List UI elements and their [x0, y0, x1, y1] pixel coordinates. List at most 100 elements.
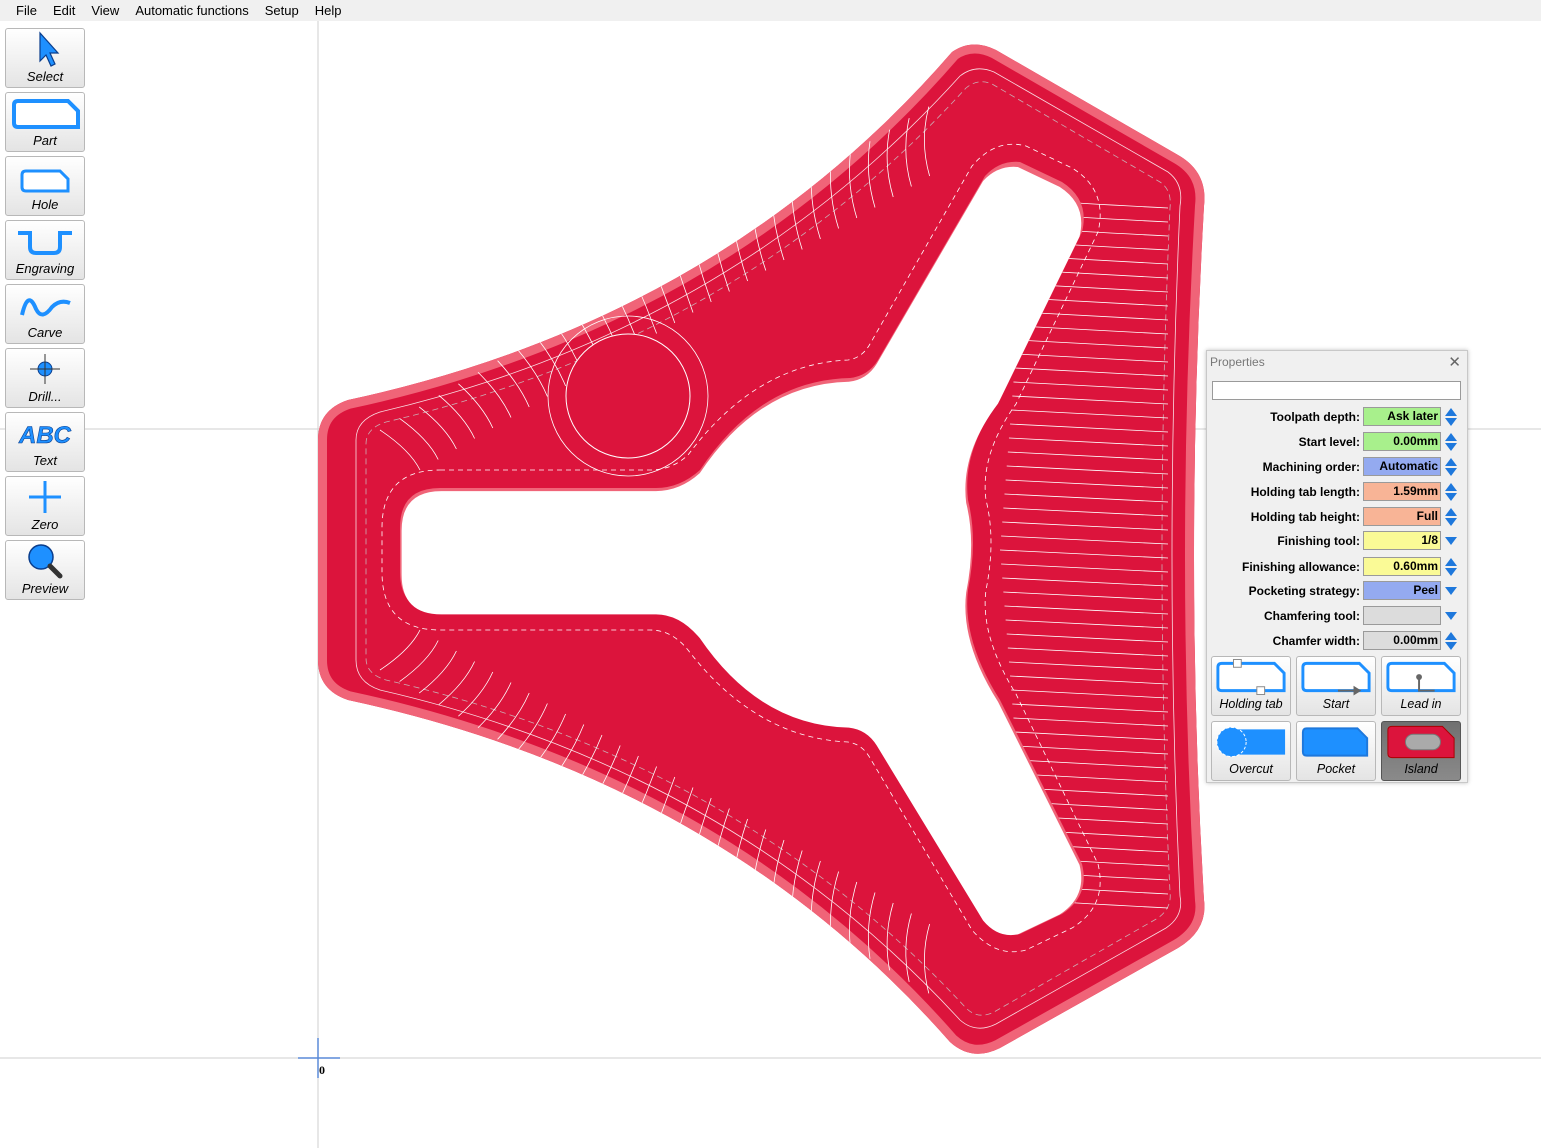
- menu-bar: File Edit View Automatic functions Setup…: [0, 0, 1541, 21]
- lead-in-button[interactable]: Lead in: [1381, 656, 1461, 716]
- property-label: Holding tab length:: [1250, 485, 1360, 499]
- origin-label: 0: [319, 1063, 325, 1077]
- tool-hole-button[interactable]: Hole: [5, 156, 85, 216]
- menu-setup[interactable]: Setup: [257, 0, 307, 21]
- tool-select-button[interactable]: Select: [5, 28, 85, 88]
- overcut-icon: [1216, 726, 1286, 758]
- property-value-field[interactable]: [1363, 606, 1441, 625]
- overcut-button[interactable]: Overcut: [1211, 721, 1291, 781]
- spin-arrows-icon[interactable]: [1444, 407, 1458, 427]
- button-label: Overcut: [1229, 762, 1273, 776]
- property-value-field[interactable]: Peel: [1363, 581, 1441, 600]
- property-label: Toolpath depth:: [1270, 410, 1360, 424]
- tool-preview-label: Preview: [21, 581, 69, 596]
- properties-title: Properties: [1210, 355, 1265, 369]
- tool-drill-label: Drill...: [28, 389, 62, 404]
- property-label: Finishing tool:: [1277, 534, 1360, 548]
- close-icon[interactable]: ✕: [1448, 353, 1461, 371]
- chevron-down-icon[interactable]: [1444, 581, 1458, 601]
- holding-tab-button[interactable]: Holding tab: [1211, 656, 1291, 716]
- hole-outline-icon: [20, 169, 70, 193]
- property-row: Pocketing strategy: Peel: [1207, 581, 1469, 602]
- tool-zero-button[interactable]: Zero: [5, 476, 85, 536]
- menu-automatic-functions[interactable]: Automatic functions: [127, 0, 256, 21]
- property-label: Holding tab height:: [1250, 510, 1360, 524]
- chevron-down-icon[interactable]: [1444, 606, 1458, 626]
- property-value-field[interactable]: 0.00mm: [1363, 432, 1441, 451]
- tool-drill-button[interactable]: Drill...: [5, 348, 85, 408]
- tool-engraving-button[interactable]: Engraving: [5, 220, 85, 280]
- zero-plus-icon: [29, 481, 61, 513]
- tool-engraving-label: Engraving: [15, 261, 75, 276]
- left-toolbar: Select Part Hole Engraving Carve Drill..…: [5, 28, 85, 604]
- property-row: Finishing allowance: 0.60mm: [1207, 557, 1469, 578]
- tool-carve-label: Carve: [27, 325, 63, 340]
- menu-view[interactable]: View: [83, 0, 127, 21]
- drill-crosshair-icon: [30, 354, 60, 384]
- spin-arrows-icon[interactable]: [1444, 482, 1458, 502]
- island-icon: [1387, 725, 1455, 759]
- tool-carve-button[interactable]: Carve: [5, 284, 85, 344]
- tool-text-button[interactable]: ABC Text: [5, 412, 85, 472]
- spin-arrows-icon[interactable]: [1444, 557, 1458, 577]
- island-button[interactable]: Island: [1381, 721, 1461, 781]
- svg-text:ABC: ABC: [18, 422, 72, 449]
- property-row: Toolpath depth: Ask later: [1207, 407, 1469, 428]
- menu-edit[interactable]: Edit: [45, 0, 83, 21]
- tool-zero-label: Zero: [31, 517, 59, 532]
- abc-text-icon: ABC: [18, 422, 72, 450]
- menu-help[interactable]: Help: [307, 0, 350, 21]
- property-row: Finishing tool: 1/8: [1207, 531, 1469, 552]
- start-point-icon: [1301, 661, 1371, 696]
- property-value-field[interactable]: 1.59mm: [1363, 482, 1441, 501]
- island-circle[interactable]: [565, 333, 691, 459]
- lead-in-icon: [1386, 661, 1456, 693]
- pocket-icon: [1301, 727, 1369, 757]
- properties-panel: Properties ✕ Toolpath depth: Ask later Sta…: [1206, 350, 1468, 783]
- property-row: Holding tab height: Full: [1207, 507, 1469, 528]
- property-label: Pocketing strategy:: [1248, 584, 1360, 598]
- button-label: Lead in: [1400, 697, 1442, 711]
- cursor-arrow-icon: [39, 31, 60, 67]
- chevron-down-icon[interactable]: [1444, 531, 1458, 551]
- property-label: Finishing allowance:: [1241, 560, 1360, 574]
- button-label: Holding tab: [1219, 697, 1283, 711]
- property-label: Start level:: [1298, 435, 1360, 449]
- property-value-field[interactable]: Automatic: [1363, 457, 1441, 476]
- property-value-field[interactable]: 0.60mm: [1363, 557, 1441, 576]
- part-name-input[interactable]: [1212, 381, 1461, 400]
- property-value-field[interactable]: Full: [1363, 507, 1441, 526]
- carve-wave-icon: [20, 298, 71, 317]
- tool-preview-button[interactable]: Preview: [5, 540, 85, 600]
- spin-arrows-icon[interactable]: [1444, 457, 1458, 477]
- part-outline-icon: [12, 99, 80, 129]
- property-value-field[interactable]: 0.00mm: [1363, 631, 1441, 650]
- button-label: Pocket: [1316, 762, 1356, 776]
- part-shape[interactable]: [318, 44, 1205, 1054]
- holding-tab-icon: [1216, 658, 1286, 696]
- property-label: Chamfering tool:: [1264, 609, 1360, 623]
- property-row: Chamfer width: 0.00mm: [1207, 631, 1469, 652]
- property-label: Machining order:: [1262, 460, 1360, 474]
- button-label: Start: [1322, 697, 1350, 711]
- tool-select-label: Select: [26, 69, 64, 84]
- property-row: Start level: 0.00mm: [1207, 432, 1469, 453]
- spin-arrows-icon[interactable]: [1444, 631, 1458, 651]
- spin-arrows-icon[interactable]: [1444, 507, 1458, 527]
- tool-hole-label: Hole: [31, 197, 59, 212]
- tool-part-button[interactable]: Part: [5, 92, 85, 152]
- property-label: Chamfer width:: [1272, 634, 1360, 648]
- property-value-field[interactable]: Ask later: [1363, 407, 1441, 426]
- start-point-button[interactable]: Start: [1296, 656, 1376, 716]
- property-row: Chamfering tool:: [1207, 606, 1469, 627]
- tool-part-label: Part: [33, 133, 57, 148]
- tool-text-label: Text: [32, 453, 58, 468]
- property-value-field[interactable]: 1/8: [1363, 531, 1441, 550]
- spin-arrows-icon[interactable]: [1444, 432, 1458, 452]
- pocket-button[interactable]: Pocket: [1296, 721, 1376, 781]
- property-row: Holding tab length: 1.59mm: [1207, 482, 1469, 503]
- property-row: Machining order: Automatic: [1207, 457, 1469, 478]
- magnifier-icon: [28, 544, 63, 579]
- menu-file[interactable]: File: [8, 0, 45, 21]
- engraving-groove-icon: [18, 231, 72, 255]
